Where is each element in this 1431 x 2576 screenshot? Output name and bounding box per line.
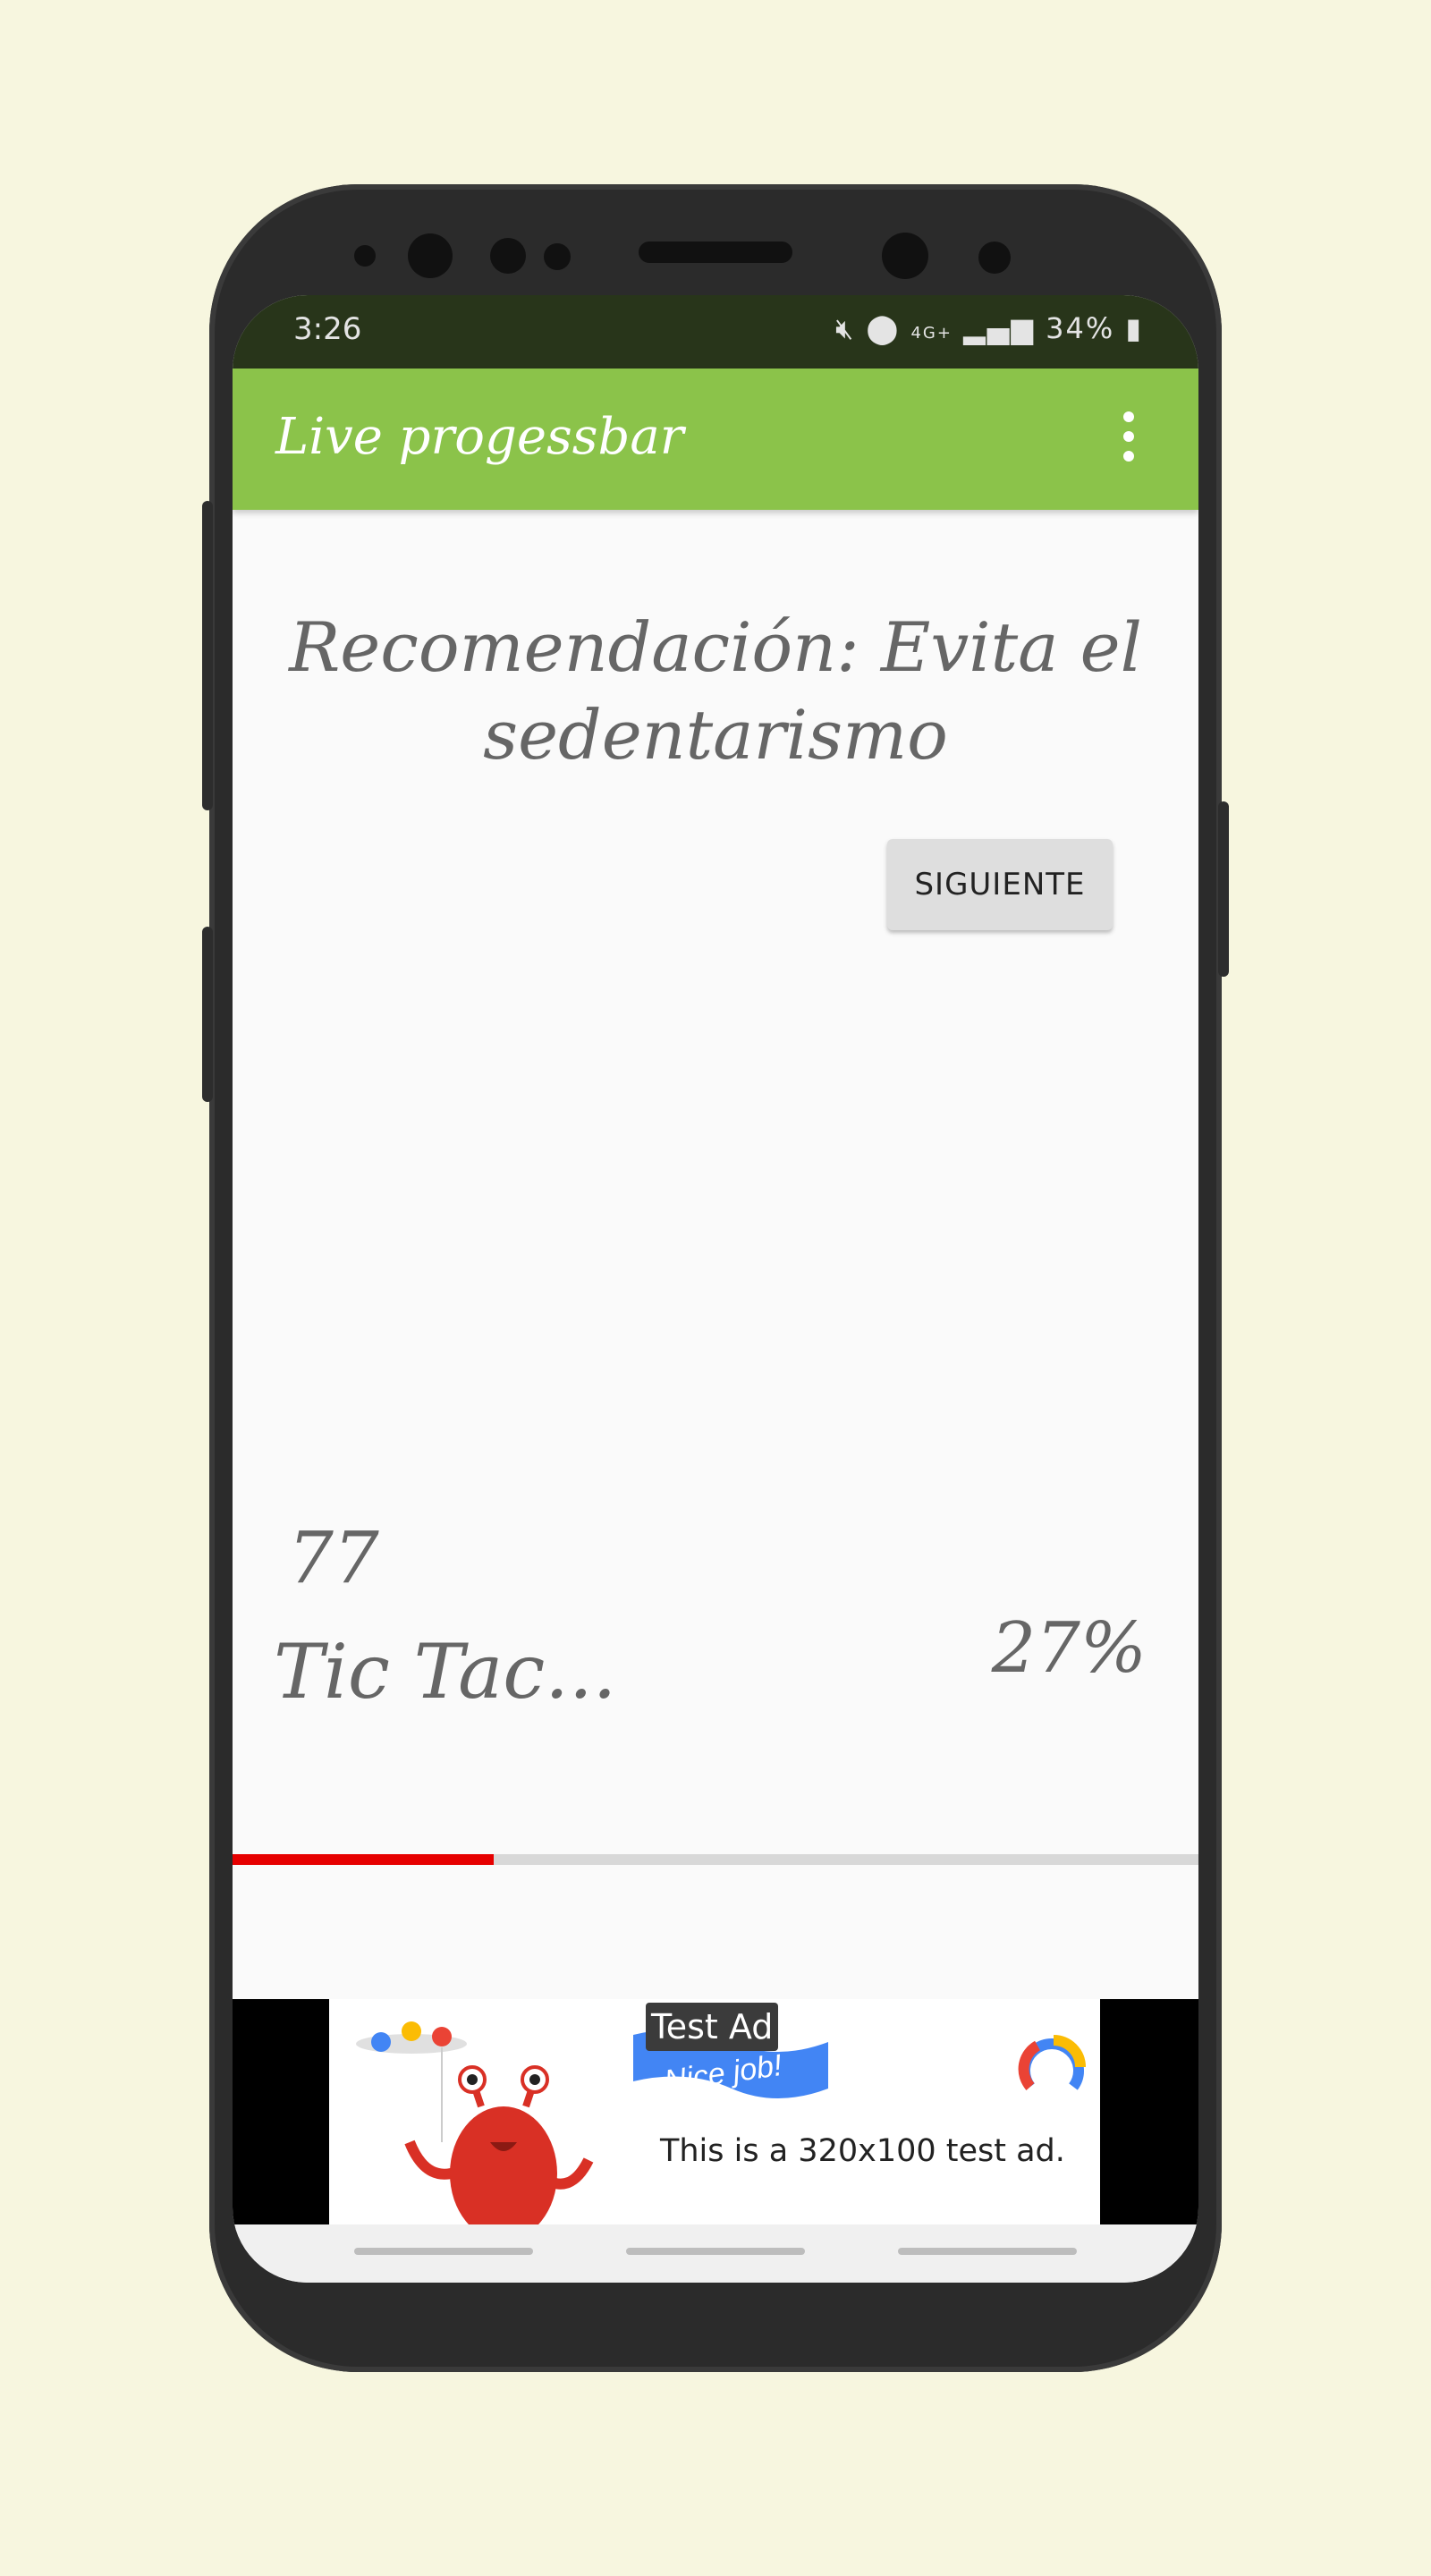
mute-icon: 🔇︎	[835, 311, 856, 345]
more-vert-icon[interactable]	[1122, 411, 1136, 465]
nav-home-button[interactable]	[626, 2248, 805, 2255]
iris-camera-icon	[882, 233, 928, 279]
counter-value: 77	[288, 1516, 379, 1599]
sensor-icon	[544, 243, 571, 270]
recommendation-text: Recomendación: Evita el sedentarismo	[289, 607, 1142, 775]
power-button	[1218, 801, 1229, 977]
next-button[interactable]: SIGUIENTE	[887, 839, 1113, 930]
volume-button	[202, 501, 213, 810]
phone-screen: 3:26 🔇︎ ⬤ 4G+ ▂▄▆ 34% ▮ Live progessbar …	[233, 295, 1198, 2283]
ad-banner[interactable]: Nice job! This is a 320x100 test ad. Tes…	[233, 1999, 1198, 2224]
sensor-icon	[978, 242, 1011, 274]
location-icon: ⬤	[866, 311, 901, 345]
monster-illustration	[356, 2021, 594, 2224]
sensor-icon	[490, 238, 526, 274]
4g-icon: 4G+	[910, 324, 953, 343]
status-bar: 3:26 🔇︎ ⬤ 4G+ ▂▄▆ 34% ▮	[233, 295, 1198, 369]
status-time: 3:26	[293, 311, 362, 347]
app-bar: Live progessbar	[233, 369, 1198, 510]
sensor-icon	[354, 245, 376, 267]
earpiece-speaker	[639, 242, 792, 263]
navigation-bar	[233, 2224, 1198, 2283]
app-title: Live progessbar	[275, 408, 684, 466]
battery-level: 34%	[1046, 311, 1115, 345]
status-icons: 🔇︎ ⬤ 4G+ ▂▄▆ 34% ▮	[835, 311, 1143, 346]
progress-bar-fill	[233, 1854, 494, 1865]
nav-back-button[interactable]	[898, 2248, 1077, 2255]
battery-icon: ▮	[1125, 311, 1143, 345]
google-ads-logo-icon	[1018, 2035, 1086, 2090]
nav-recents-button[interactable]	[354, 2248, 533, 2255]
test-ad-badge: Test Ad	[646, 2003, 779, 2051]
percent-label: 27%	[991, 1608, 1147, 1689]
front-camera-icon	[408, 233, 453, 278]
signal-icon: ▂▄▆	[963, 311, 1035, 345]
bixby-button	[202, 927, 213, 1102]
progress-bar	[233, 1854, 1198, 1865]
ad-body-text: This is a 320x100 test ad.	[660, 2133, 1065, 2169]
status-text: Tic Tac...	[274, 1628, 617, 1716]
